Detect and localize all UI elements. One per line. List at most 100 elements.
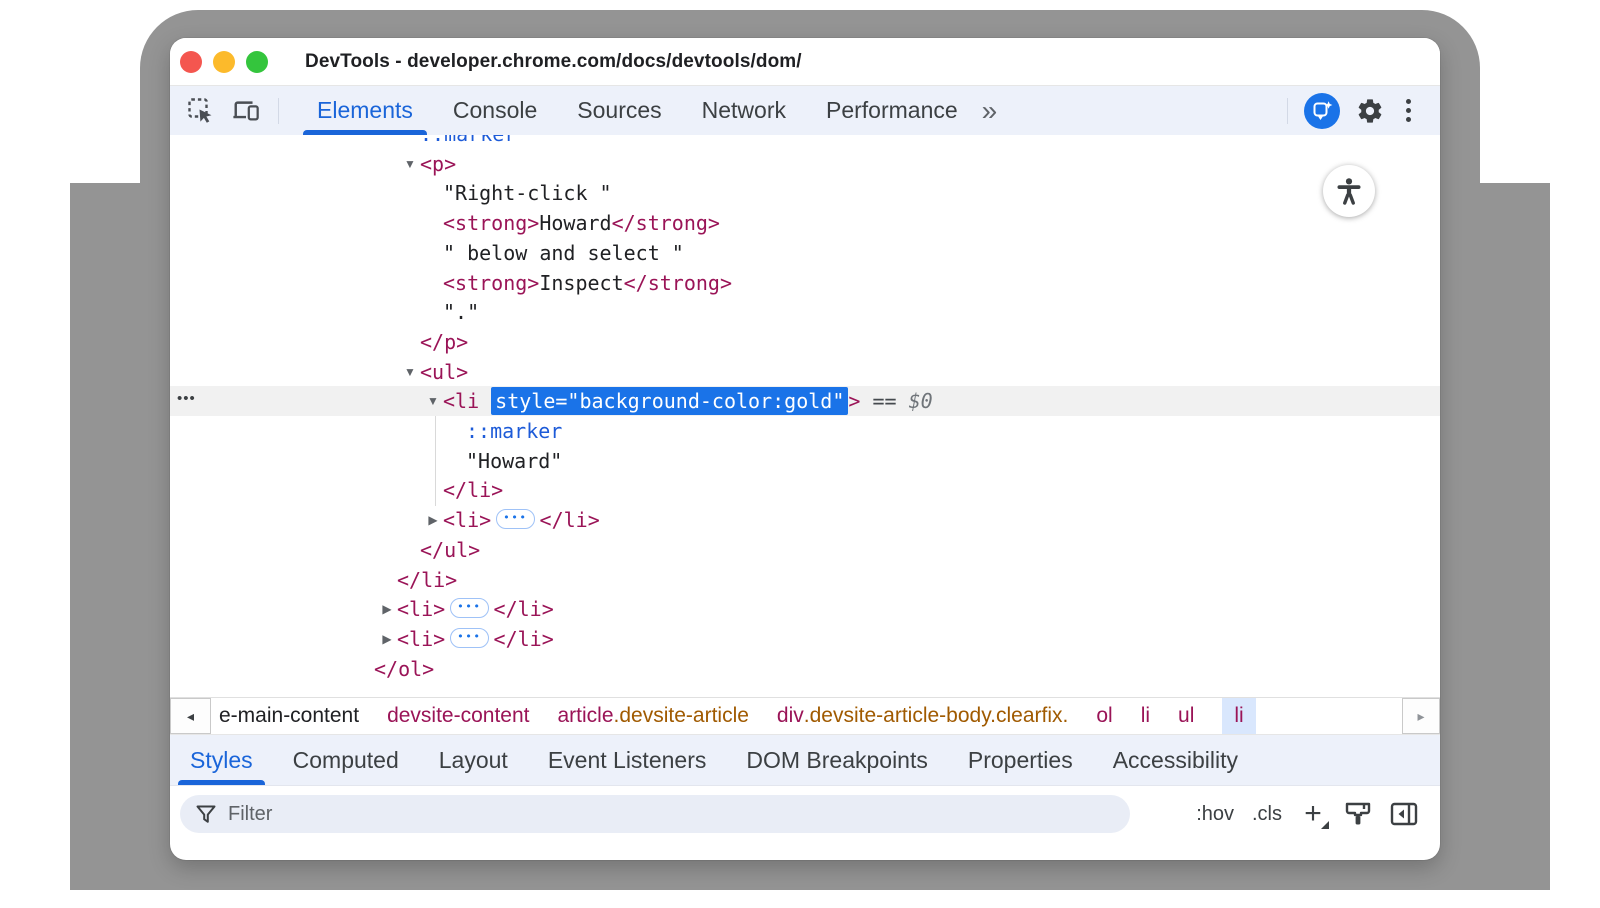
breadcrumb-scroll-left-button[interactable]: ◂ xyxy=(170,698,211,734)
close-window-button[interactable] xyxy=(180,51,202,73)
rendering-brush-icon[interactable] xyxy=(1344,801,1372,827)
dom-node-text: <ul> xyxy=(420,357,468,387)
toolbar-right-icons xyxy=(1287,93,1440,129)
dom-token-tag: </li> xyxy=(494,597,554,621)
dom-node-row[interactable]: ▼<p> xyxy=(170,149,1440,179)
dom-node-text: <p> xyxy=(420,149,456,179)
dom-node-row[interactable]: </li> xyxy=(170,475,1440,505)
dom-token-text: Inspect xyxy=(539,271,623,295)
zoom-window-button[interactable] xyxy=(246,51,268,73)
expand-arrow-icon[interactable]: ▶ xyxy=(378,624,396,654)
dom-node-row[interactable]: </ol> xyxy=(170,654,1440,684)
new-style-rule-button[interactable]: + xyxy=(1300,802,1326,826)
expand-arrow-icon[interactable]: ▶ xyxy=(378,594,396,624)
dom-node-row[interactable]: ::marker xyxy=(170,135,1440,149)
expand-ellipsis-button[interactable]: ••• xyxy=(496,509,534,529)
expand-ellipsis-button[interactable]: ••• xyxy=(450,628,488,648)
dom-token-tag: </li> xyxy=(443,478,503,502)
devtools-window: DevTools - developer.chrome.com/docs/dev… xyxy=(170,38,1440,860)
styles-filter-controls: :hov .cls + xyxy=(1196,801,1440,827)
dom-token-tag: </strong> xyxy=(624,271,732,295)
settings-gear-icon[interactable] xyxy=(1356,97,1384,125)
styles-filter-input[interactable] xyxy=(228,803,1114,826)
expand-arrow-icon[interactable]: ▶ xyxy=(424,505,442,535)
dom-node-row[interactable]: </p> xyxy=(170,327,1440,357)
tab-performance[interactable]: Performance xyxy=(806,86,978,135)
dom-token-tag: </ul> xyxy=(420,538,480,562)
screenshot-stage: DevTools - developer.chrome.com/docs/dev… xyxy=(0,0,1600,908)
breadcrumb-item[interactable]: li xyxy=(1222,698,1255,734)
dom-node-text: </li> xyxy=(443,475,503,505)
device-toolbar-icon[interactable] xyxy=(232,97,260,125)
tab-properties[interactable]: Properties xyxy=(968,735,1073,785)
breadcrumb-item[interactable]: e-main-content xyxy=(219,698,359,734)
dom-node-row[interactable]: </li> xyxy=(170,565,1440,595)
toolbar-divider xyxy=(278,98,279,124)
breadcrumb-item[interactable]: li xyxy=(1141,698,1150,734)
filter-funnel-icon xyxy=(196,805,216,824)
dom-node-text: "Howard" xyxy=(466,446,562,476)
more-tabs-icon[interactable]: » xyxy=(982,97,998,125)
breadcrumb-part: article xyxy=(558,704,614,728)
ai-assistant-icon[interactable] xyxy=(1304,93,1340,129)
dom-token-string: "Howard" xyxy=(466,449,562,473)
collapse-arrow-icon[interactable]: ▼ xyxy=(401,357,419,387)
tab-console[interactable]: Console xyxy=(433,86,557,135)
breadcrumb-scroll-right-button[interactable]: ▸ xyxy=(1402,698,1440,734)
dom-token-dollar: $0 xyxy=(909,389,933,413)
dom-node-row[interactable]: ▼<ul> xyxy=(170,357,1440,387)
window-title: DevTools - developer.chrome.com/docs/dev… xyxy=(305,51,802,73)
tab-styles[interactable]: Styles xyxy=(190,735,253,785)
breadcrumb-part: e-main-content xyxy=(219,704,359,728)
dom-token-tag: </ol> xyxy=(374,657,434,681)
element-classes-button[interactable]: .cls xyxy=(1252,803,1282,826)
dom-node-row[interactable]: "." xyxy=(170,297,1440,327)
expand-ellipsis-button[interactable]: ••• xyxy=(450,598,488,618)
dom-node-row[interactable]: <strong>Inspect</strong> xyxy=(170,268,1440,298)
dom-token-tag: <li> xyxy=(397,627,445,651)
dom-node-row[interactable]: " below and select " xyxy=(170,238,1440,268)
tab-dom-breakpoints[interactable]: DOM Breakpoints xyxy=(746,735,928,785)
collapse-arrow-icon[interactable]: ▼ xyxy=(401,149,419,179)
toolbar-divider xyxy=(1287,98,1288,124)
tab-accessibility[interactable]: Accessibility xyxy=(1113,735,1238,785)
minimize-window-button[interactable] xyxy=(213,51,235,73)
breadcrumb-item[interactable]: article.devsite-article xyxy=(558,698,749,734)
tab-sources[interactable]: Sources xyxy=(557,86,681,135)
dom-node-text: </li> xyxy=(397,565,457,595)
breadcrumb-item[interactable]: ol xyxy=(1096,698,1112,734)
breadcrumb-part: li xyxy=(1234,704,1243,728)
dom-node-row[interactable]: •••▼<li style="background-color:gold"> =… xyxy=(170,386,1440,416)
dom-node-row[interactable]: <strong>Howard</strong> xyxy=(170,208,1440,238)
tab-elements[interactable]: Elements xyxy=(297,86,433,135)
breadcrumb-part: div xyxy=(777,704,804,728)
inspect-element-icon[interactable] xyxy=(186,97,214,125)
more-menu-icon[interactable] xyxy=(1400,99,1416,122)
dom-node-row[interactable]: ▶<li>•••</li> xyxy=(170,624,1440,654)
row-ellipsis-gutter[interactable]: ••• xyxy=(177,384,196,414)
dom-node-row[interactable]: </ul> xyxy=(170,535,1440,565)
collapse-arrow-icon[interactable]: ▼ xyxy=(424,386,442,416)
breadcrumb-list: e-main-content devsite-content article.dev… xyxy=(211,698,1258,734)
dom-token-tag: </li> xyxy=(397,568,457,592)
tab-computed[interactable]: Computed xyxy=(293,735,399,785)
toggle-element-state-button[interactable]: :hov xyxy=(1196,803,1234,826)
breadcrumb-item[interactable]: devsite-content xyxy=(387,698,529,734)
toggle-sidebar-icon[interactable] xyxy=(1390,802,1418,826)
dom-node-row[interactable]: ▶<li>••• </li> xyxy=(170,594,1440,624)
dom-token-tag: <strong> xyxy=(443,271,539,295)
dom-token-tag: <li> xyxy=(397,597,445,621)
styles-filter-pill[interactable] xyxy=(180,795,1130,833)
breadcrumb-item[interactable]: ul xyxy=(1178,698,1194,734)
tab-event-listeners[interactable]: Event Listeners xyxy=(548,735,707,785)
dom-token-string: "." xyxy=(443,300,479,324)
tab-network[interactable]: Network xyxy=(682,86,806,135)
breadcrumb-part: ol xyxy=(1096,704,1112,728)
dom-node-row[interactable]: "Howard" xyxy=(170,446,1440,476)
dom-token-tag: <p> xyxy=(420,152,456,176)
tab-layout[interactable]: Layout xyxy=(439,735,508,785)
dom-node-row[interactable]: "Right-click " xyxy=(170,178,1440,208)
dom-node-row[interactable]: ▶<li>•••</li> xyxy=(170,505,1440,535)
dom-node-row[interactable]: ::marker xyxy=(170,416,1440,446)
breadcrumb-item[interactable]: div.devsite-article-body.clearfix. xyxy=(777,698,1068,734)
